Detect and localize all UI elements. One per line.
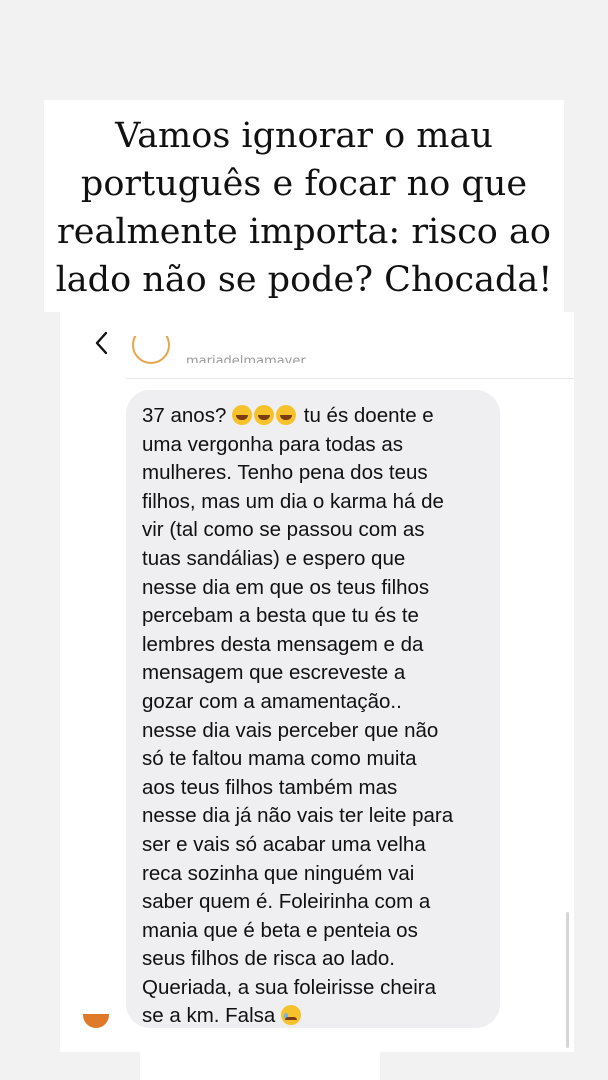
caption-line: lado não se pode? Chocada! (55, 260, 553, 300)
message-line: lembres desta mensagem e da (142, 632, 424, 656)
screenshot-bottom-edge (140, 1052, 380, 1080)
message-line: tuas sandálias) e espero que (142, 546, 406, 570)
rolling-on-floor-laughing-icon (232, 405, 253, 425)
avatar[interactable] (132, 336, 170, 368)
message-line: só te faltou mama como muita (142, 747, 417, 771)
caption-line: Vamos ignorar o mau (115, 116, 493, 156)
message-line: nesse dia em que os teus filhos (142, 575, 430, 599)
message-line: saber quem é. Foleirinha com a (142, 890, 431, 914)
message-line: nesse dia vais perceber que não (142, 718, 439, 742)
message-line: percebam a besta que tu és te (142, 604, 419, 628)
message-line: ser e vais só acabar uma velha (142, 832, 426, 856)
message-bubble[interactable]: 37 anos? tu és doente e uma vergonha par… (126, 390, 500, 1028)
message-line: uma vergonha para todas as (142, 432, 403, 456)
message-line: reca sozinha que ninguém vai (142, 861, 415, 885)
message-line: nesse dia já não vais ter leite para (142, 804, 454, 828)
message-line: mania que é beta e penteia os (142, 918, 418, 942)
message-line: gozar com a amamentação.. (142, 689, 402, 713)
message-line: mulheres. Tenho pena dos teus (142, 461, 428, 485)
rolling-on-floor-laughing-icon (276, 405, 297, 425)
caption-line: português e focar no que (80, 164, 528, 204)
message-line: se a km. Falsa (142, 1002, 490, 1031)
story-caption: Vamos ignorar o mau português e focar no… (44, 112, 564, 304)
message-line: seus filhos de risca ao lado. (142, 947, 395, 971)
sender-avatar[interactable] (83, 1014, 109, 1028)
message-line: filhos, mas um dia o karma há de (142, 489, 444, 513)
rolling-on-floor-laughing-icon (254, 405, 275, 425)
chevron-left-icon[interactable] (88, 326, 118, 360)
caption-line: realmente importa: risco ao (57, 212, 551, 252)
username[interactable]: mariadelmamayer (186, 351, 306, 363)
scrollbar[interactable] (566, 912, 569, 1048)
message-line: vir (tal como se passou com as (142, 518, 425, 542)
message-line: Queriada, a sua foleirisse cheira (142, 975, 436, 999)
message-line: 37 anos? tu és doente e (142, 404, 434, 427)
crying-face-icon (281, 1005, 301, 1026)
divider (126, 378, 574, 379)
message-line: aos teus filhos também mas (142, 775, 398, 799)
message-line: mensagem que escreveste a (142, 661, 406, 685)
